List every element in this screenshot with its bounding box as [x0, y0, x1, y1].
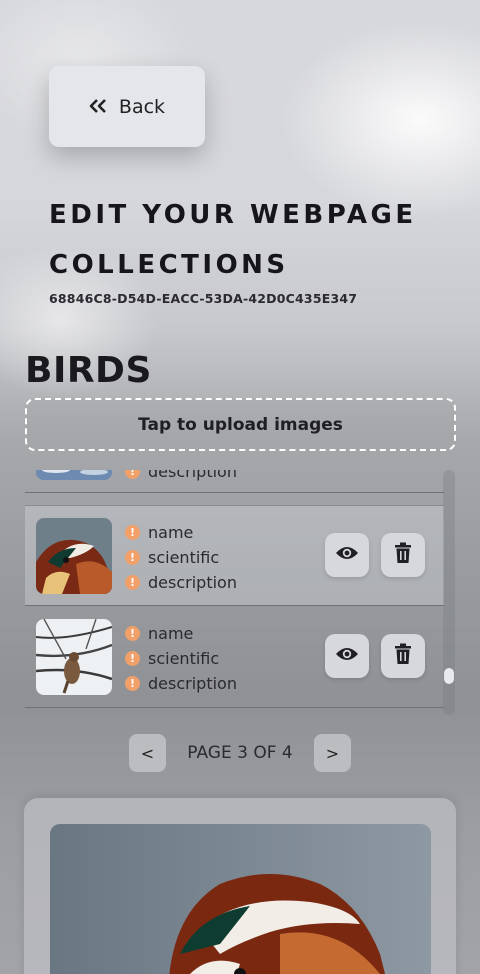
page-title: EDIT YOUR WEBPAGE COLLECTIONS	[49, 200, 417, 280]
field-label: scientific	[148, 649, 220, 668]
exclamation-circle-icon: !	[125, 575, 140, 590]
delete-button[interactable]	[381, 533, 425, 577]
list-scrollbar[interactable]	[443, 470, 455, 715]
back-button[interactable]: Back	[49, 66, 205, 147]
scrollbar-thumb[interactable]	[444, 668, 454, 684]
trash-icon	[394, 542, 412, 568]
field-status: ! name	[125, 520, 237, 545]
field-label: name	[148, 624, 194, 643]
exclamation-circle-icon: !	[125, 550, 140, 565]
eye-icon	[335, 545, 359, 565]
delete-button[interactable]	[381, 634, 425, 678]
back-label: Back	[118, 95, 166, 118]
prev-page-label: <	[140, 743, 155, 763]
list-item[interactable]: ! name ! scientific ! description	[25, 607, 444, 708]
page-id: 68846C8-D54D-EACC-53DA-42D0C435E347	[49, 291, 358, 306]
collection-title: BIRDS	[25, 350, 152, 391]
field-status: ! description	[125, 470, 237, 484]
field-label: description	[148, 573, 237, 592]
mandarin-duck-thumbnail	[36, 518, 112, 594]
list-item[interactable]: ! description	[25, 470, 444, 493]
field-status: ! scientific	[125, 646, 237, 671]
next-page-label: >	[325, 743, 340, 763]
field-label: description	[148, 674, 237, 693]
field-label: scientific	[148, 548, 220, 567]
exclamation-circle-icon: !	[125, 676, 140, 691]
double-chevron-left-icon	[89, 96, 107, 118]
field-label: description	[148, 470, 237, 481]
bird-on-water-thumbnail	[36, 470, 112, 480]
view-button[interactable]	[325, 533, 369, 577]
list-item[interactable]: ! name ! scientific ! description	[25, 505, 444, 606]
image-list: ! description ! name ! scientific ! desc…	[25, 470, 444, 715]
eye-icon	[335, 646, 359, 666]
field-status: ! scientific	[125, 545, 237, 570]
exclamation-circle-icon: !	[125, 626, 140, 641]
exclamation-circle-icon: !	[125, 525, 140, 540]
prev-page-button[interactable]: <	[129, 734, 166, 772]
page-indicator: PAGE 3 OF 4	[187, 743, 293, 763]
field-status: ! description	[125, 570, 237, 595]
view-button[interactable]	[325, 634, 369, 678]
field-status: ! name	[125, 621, 237, 646]
exclamation-circle-icon: !	[125, 651, 140, 666]
bird-on-branch-thumbnail	[36, 619, 112, 695]
field-status: ! description	[125, 671, 237, 696]
next-page-button[interactable]: >	[314, 734, 351, 772]
upload-label: Tap to upload images	[138, 414, 343, 435]
field-label: name	[148, 523, 194, 542]
upload-images-button[interactable]: Tap to upload images	[25, 398, 456, 451]
trash-icon	[394, 643, 412, 669]
mandarin-duck-preview-image	[50, 824, 431, 974]
exclamation-circle-icon: !	[125, 470, 140, 479]
